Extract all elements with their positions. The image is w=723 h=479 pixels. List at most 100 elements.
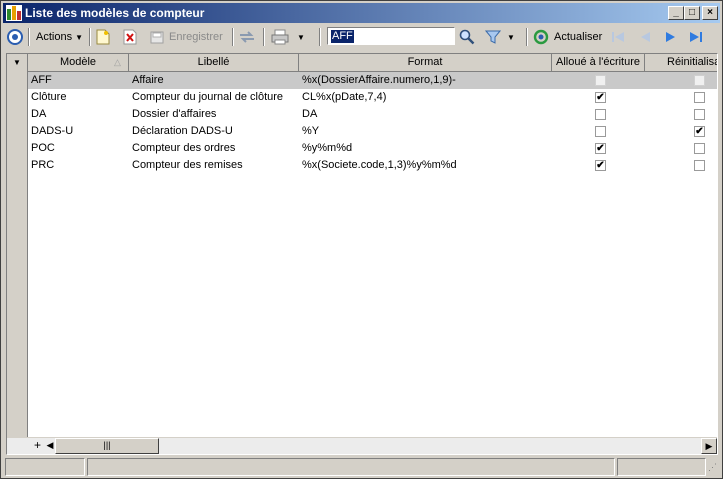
- maximize-button[interactable]: □: [684, 6, 700, 20]
- cell-modele: Clôture: [31, 91, 67, 103]
- first-page-button[interactable]: [610, 27, 626, 47]
- table-row[interactable]: DADS-U Déclaration DADS-U %Y ✔: [28, 123, 717, 140]
- cell-format: %Y: [302, 125, 320, 137]
- app-icon: [6, 5, 22, 21]
- table-row[interactable]: AFF Affaire %x(DossierAffaire.numero,1,9)-: [28, 72, 717, 89]
- toolbar: Actions ▼ Enregistrer ▼ AFF ▼ Actualiser: [3, 25, 720, 49]
- cell-libelle: Affaire: [132, 74, 164, 86]
- save-icon: [150, 31, 164, 44]
- separator: [232, 28, 234, 46]
- counter-models-grid: ▼ Modèle △ Libellé Format Alloué à l'écr…: [6, 53, 718, 455]
- checkmark-icon: ✔: [596, 92, 605, 103]
- separator: [89, 28, 91, 46]
- horizontal-scrollbar[interactable]: + ◀ ||| ▶: [7, 437, 717, 454]
- filter-icon: [485, 30, 501, 44]
- table-row[interactable]: POC Compteur des ordres %y%m%d ✔: [28, 140, 717, 157]
- checkbox-alloue[interactable]: ✔: [595, 92, 606, 103]
- save-label: Enregistrer: [169, 31, 223, 43]
- separator: [526, 28, 528, 46]
- title-bar[interactable]: Liste des modèles de compteur _ □ ×: [3, 3, 720, 23]
- print-button[interactable]: ▼: [271, 27, 305, 47]
- checkbox-alloue[interactable]: [595, 126, 606, 137]
- search-button[interactable]: [459, 27, 475, 47]
- refresh-label: Actualiser: [554, 31, 603, 43]
- cell-modele: PRC: [31, 159, 55, 171]
- dropdown-arrow-icon: ▼: [75, 32, 83, 42]
- cell-format: %x(Societe.code,1,3)%y%m%d: [302, 159, 457, 171]
- search-input[interactable]: AFF: [327, 27, 455, 45]
- cell-format: %x(DossierAffaire.numero,1,9)-: [302, 74, 456, 86]
- refresh-icon: [533, 29, 549, 45]
- nav-circle-button[interactable]: [7, 27, 23, 47]
- filter-dropdown-icon[interactable]: ▼: [507, 33, 515, 42]
- checkbox-alloue[interactable]: ✔: [595, 143, 606, 154]
- checkmark-icon: ✔: [596, 143, 605, 154]
- checkmark-icon: ✔: [596, 160, 605, 171]
- cell-modele: AFF: [31, 74, 52, 86]
- table-row[interactable]: PRC Compteur des remises %x(Societe.code,1…: [28, 157, 717, 174]
- print-icon: [271, 29, 289, 45]
- column-header-modele[interactable]: Modèle △: [28, 54, 129, 71]
- main-window: Liste des modèles de compteur _ □ × Acti…: [0, 0, 723, 479]
- status-panel-3: [617, 458, 706, 476]
- checkbox-alloue[interactable]: [595, 109, 606, 120]
- sync-button[interactable]: [238, 27, 256, 47]
- first-page-icon: [612, 32, 624, 42]
- checkbox-reinitialisation[interactable]: ✔: [694, 126, 705, 137]
- new-button[interactable]: [96, 27, 110, 47]
- checkbox-reinitialisation[interactable]: [694, 92, 705, 103]
- column-header-libelle[interactable]: Libellé: [129, 54, 299, 71]
- next-page-button[interactable]: [663, 27, 679, 47]
- checkbox-alloue[interactable]: ✔: [595, 160, 606, 171]
- cell-libelle: Dossier d'affaires: [132, 108, 217, 120]
- column-header-reinitialisation[interactable]: Réinitialisa: [645, 54, 717, 71]
- delete-icon: [123, 29, 137, 45]
- search-icon: [459, 29, 475, 45]
- search-value: AFF: [331, 30, 354, 43]
- last-page-button[interactable]: [688, 27, 704, 47]
- previous-page-icon: [641, 32, 650, 42]
- status-panel-1: [5, 458, 85, 476]
- save-button[interactable]: Enregistrer: [149, 27, 223, 47]
- checkbox-reinitialisation[interactable]: [694, 143, 705, 154]
- table-row[interactable]: DA Dossier d'affaires DA: [28, 106, 717, 123]
- checkbox-reinitialisation[interactable]: [694, 75, 705, 86]
- cell-libelle: Compteur des remises: [132, 159, 243, 171]
- checkbox-reinitialisation[interactable]: [694, 160, 705, 171]
- separator: [28, 28, 30, 46]
- row-selector-header[interactable]: ▼: [7, 54, 28, 71]
- checkbox-reinitialisation[interactable]: [694, 109, 705, 120]
- delete-button[interactable]: [123, 27, 137, 47]
- status-panel-2: [87, 458, 615, 476]
- new-document-icon: [96, 29, 110, 45]
- refresh-button[interactable]: Actualiser: [533, 27, 602, 47]
- cell-modele: DA: [31, 108, 47, 120]
- window-title: Liste des modèles de compteur: [25, 6, 205, 20]
- scroll-right-button[interactable]: ▶: [701, 438, 717, 454]
- separator: [319, 28, 321, 46]
- next-page-icon: [666, 32, 675, 42]
- cell-libelle: Compteur des ordres: [132, 142, 236, 154]
- column-header-format[interactable]: Format: [299, 54, 552, 71]
- cell-libelle: Déclaration DADS-U: [132, 125, 233, 137]
- filter-button[interactable]: ▼: [485, 27, 515, 47]
- actions-menu-button[interactable]: Actions ▼: [36, 27, 83, 47]
- minimize-button[interactable]: _: [668, 6, 684, 20]
- separator: [263, 28, 265, 46]
- close-button[interactable]: ×: [702, 6, 718, 20]
- checkbox-alloue[interactable]: [595, 75, 606, 86]
- cell-format: %y%m%d: [302, 142, 353, 154]
- actions-label: Actions: [36, 31, 73, 43]
- status-bar: ⋰: [3, 458, 720, 476]
- table-row[interactable]: Clôture Compteur du journal de clôture CL%…: [28, 89, 717, 106]
- column-header-alloue[interactable]: Alloué à l'écriture: [552, 54, 645, 71]
- print-dropdown-icon[interactable]: ▼: [297, 33, 305, 42]
- scroll-thumb[interactable]: |||: [55, 438, 159, 454]
- add-row-icon[interactable]: +: [34, 439, 41, 452]
- previous-page-button[interactable]: [637, 27, 653, 47]
- resize-grip-icon[interactable]: ⋰: [708, 462, 717, 473]
- cell-libelle: Compteur du journal de clôture: [132, 91, 284, 103]
- row-selector-column: [7, 71, 28, 441]
- cell-modele: POC: [31, 142, 55, 154]
- last-page-icon: [690, 32, 702, 42]
